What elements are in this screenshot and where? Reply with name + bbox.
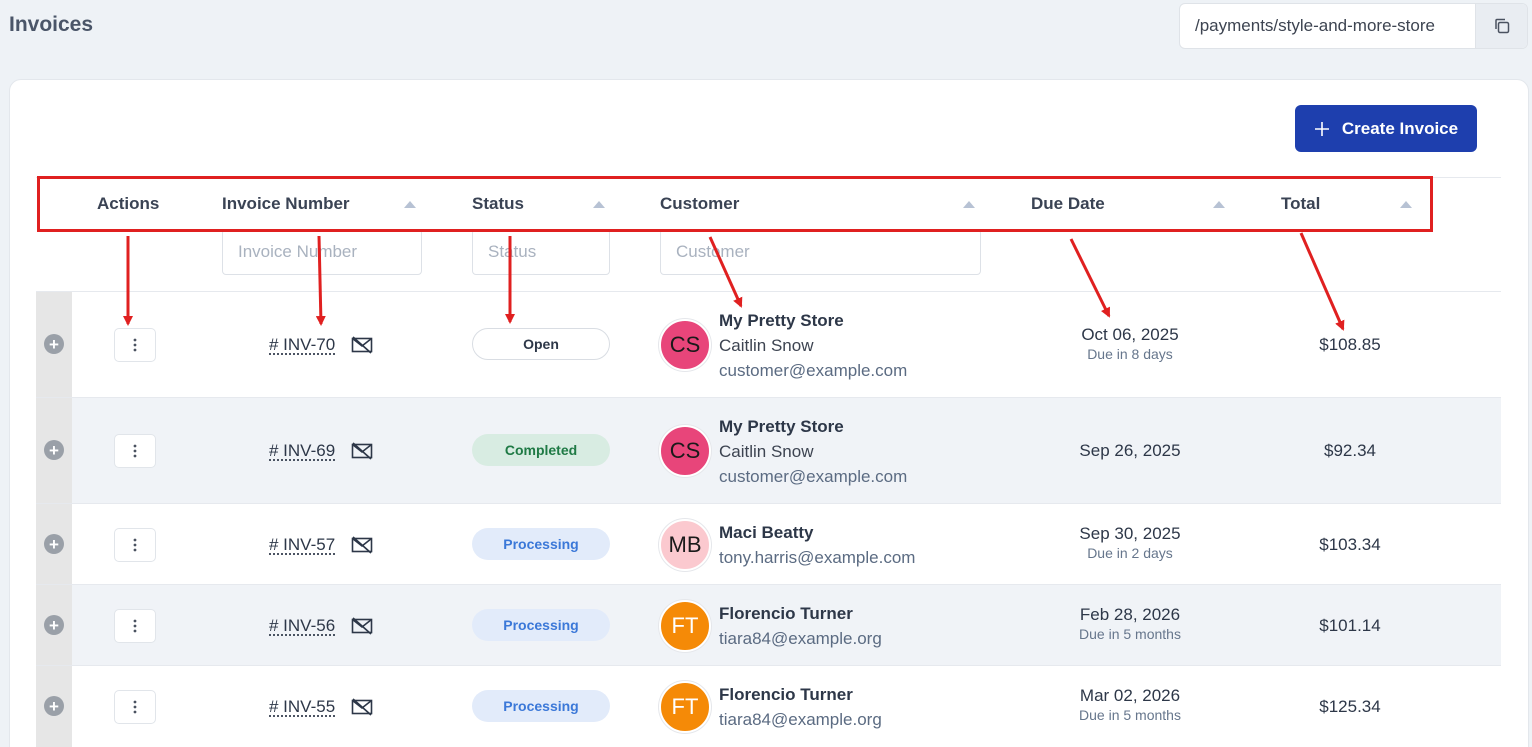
annotation-arrow-due-date: [1069, 238, 1111, 318]
annotation-arrows: [123, 232, 1345, 331]
annotation-arrow-invoice: [315, 235, 326, 326]
annotation-arrow-total: [1299, 232, 1345, 331]
annotation-arrow-customer: [708, 236, 743, 308]
